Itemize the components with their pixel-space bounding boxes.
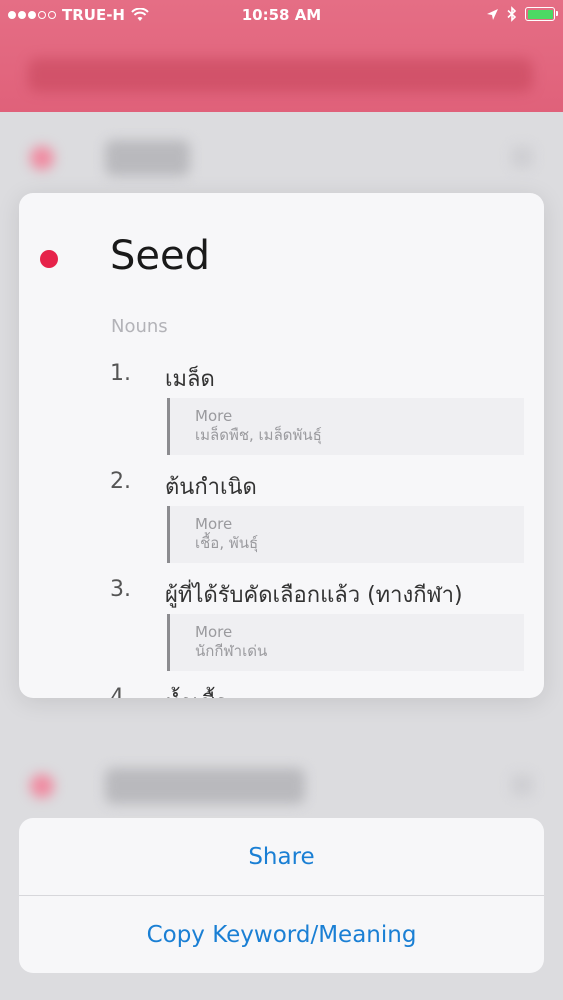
share-button[interactable]: Share bbox=[19, 818, 544, 895]
more-label: More bbox=[195, 515, 233, 533]
more-label: More bbox=[195, 407, 233, 425]
background-row-text bbox=[105, 140, 190, 176]
definition-list: 1. เมล็ด More เมล็ดพืช, เมล็ดพันธุ์ 2. ต… bbox=[19, 355, 544, 698]
more-label: More bbox=[195, 623, 233, 641]
background-row-seed-leaf bbox=[0, 744, 563, 824]
definition-meaning: น้ำเชื้อ bbox=[165, 685, 228, 698]
definition-number: 1. bbox=[110, 361, 131, 386]
more-text: เชื้อ, พันธุ์ bbox=[195, 534, 259, 552]
word-title: Seed bbox=[110, 233, 210, 279]
background-row-chevron bbox=[511, 774, 533, 796]
definition-item: 4. น้ำเชื้อ bbox=[19, 679, 544, 698]
definition-more-box: More เชื้อ, พันธุ์ bbox=[167, 506, 524, 563]
background-row-dot bbox=[30, 146, 54, 170]
background-row-dot bbox=[30, 774, 54, 798]
status-time: 10:58 AM bbox=[241, 6, 322, 24]
definition-meaning: ผู้ที่ได้รับคัดเลือกแล้ว (ทางกีฬา) bbox=[165, 583, 463, 608]
definition-number: 4. bbox=[110, 685, 131, 698]
definition-number: 2. bbox=[110, 469, 131, 494]
background-row-chevron bbox=[511, 146, 533, 168]
background-row-seed bbox=[0, 116, 563, 196]
definition-meaning: ต้นกำเนิด bbox=[165, 475, 257, 500]
definition-more-box: More นักกีฬาเด่น bbox=[167, 614, 524, 671]
favorite-dot-icon bbox=[40, 250, 58, 268]
location-arrow-icon bbox=[487, 8, 498, 20]
background-row-text bbox=[105, 768, 305, 804]
more-text: เมล็ดพืช, เมล็ดพันธุ์ bbox=[195, 426, 322, 444]
status-bar: TRUE-H 10:58 AM bbox=[0, 0, 563, 30]
definition-item: 2. ต้นกำเนิด More เชื้อ, พันธุ์ bbox=[19, 463, 544, 571]
background-search-bar bbox=[28, 58, 533, 92]
status-right bbox=[486, 6, 558, 22]
action-sheet: Share Copy Keyword/Meaning bbox=[19, 818, 544, 973]
more-text: นักกีฬาเด่น bbox=[195, 642, 268, 660]
bluetooth-icon bbox=[507, 6, 517, 22]
copy-keyword-meaning-button[interactable]: Copy Keyword/Meaning bbox=[19, 896, 544, 973]
definition-item: 1. เมล็ด More เมล็ดพืช, เมล็ดพันธุ์ bbox=[19, 355, 544, 463]
definition-more-box: More เมล็ดพืช, เมล็ดพันธุ์ bbox=[167, 398, 524, 455]
part-of-speech: Nouns bbox=[111, 316, 168, 337]
definition-meaning: เมล็ด bbox=[165, 367, 215, 392]
definition-number: 3. bbox=[110, 577, 131, 602]
definition-item: 3. ผู้ที่ได้รับคัดเลือกแล้ว (ทางกีฬา) Mo… bbox=[19, 571, 544, 679]
word-preview-card[interactable]: Seed Nouns 1. เมล็ด More เมล็ดพืช, เมล็ด… bbox=[19, 193, 544, 698]
battery-icon bbox=[525, 7, 558, 21]
